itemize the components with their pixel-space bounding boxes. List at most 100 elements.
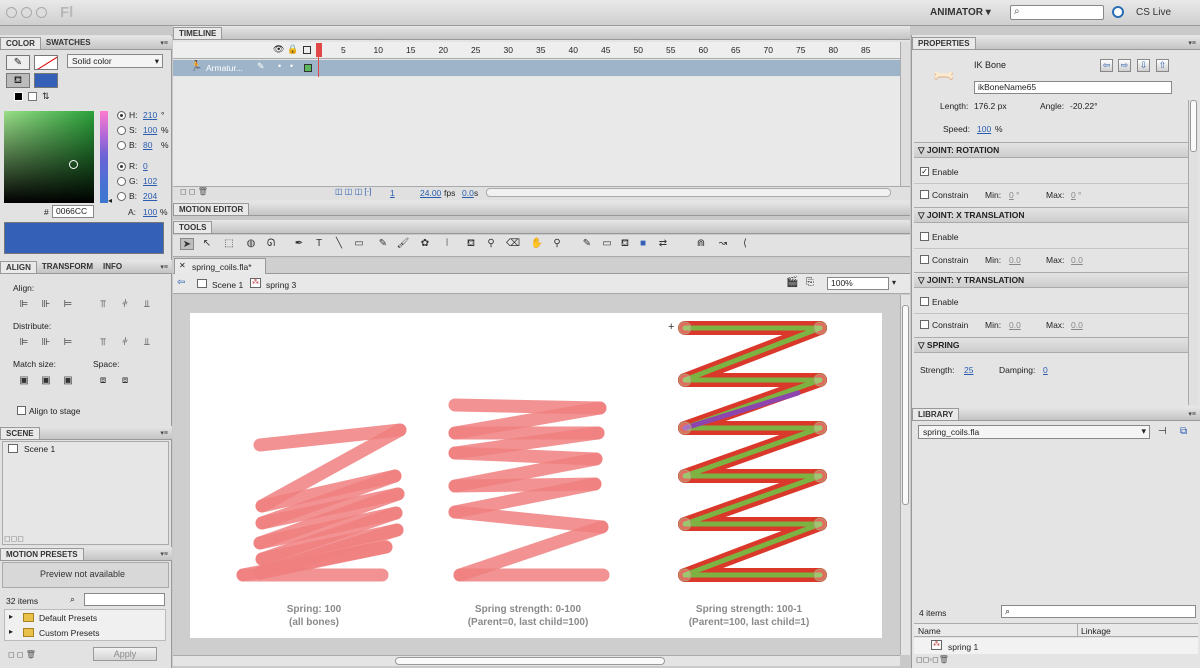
y-constrain-checkbox[interactable] [920, 320, 929, 329]
eye-icon[interactable]: 👁 [273, 44, 284, 55]
parent-bone-button[interactable]: ⇧ [1156, 59, 1169, 72]
cs-live-button[interactable]: CS Live [1136, 7, 1171, 18]
outline-icon[interactable] [303, 46, 311, 54]
playhead-marker[interactable] [316, 43, 322, 57]
layer-lock-dot[interactable]: • [290, 61, 293, 71]
zoom-input[interactable]: 100% [827, 277, 889, 290]
tab-motion-editor[interactable]: MOTION EDITOR [173, 203, 250, 215]
align-option-icon[interactable]: ⊨ [61, 299, 75, 311]
tab-library[interactable]: LIBRARY [912, 408, 960, 420]
document-tab[interactable]: ✕ spring_coils.fla* [174, 258, 266, 274]
x-enable-checkbox[interactable] [920, 232, 929, 241]
panel-menu-icon[interactable]: ▾≡ [160, 429, 168, 437]
tab-transform[interactable]: TRANSFORM [37, 261, 98, 273]
apply-button[interactable]: Apply [93, 647, 157, 661]
tab-scene[interactable]: SCENE [0, 427, 40, 439]
section-joint-x-translation[interactable]: ▽ JOINT: X TRANSLATION [914, 207, 1188, 223]
tab-swatches[interactable]: SWATCHES [41, 37, 96, 49]
stroke-swatch-icon[interactable]: ▭ [600, 238, 614, 250]
edit-symbols-icon[interactable]: 🎬 [786, 277, 798, 288]
scene-add-icon[interactable]: ◻◻◻ [4, 534, 24, 543]
paint-bucket-tool-icon[interactable]: ⛾ [464, 238, 478, 250]
breadcrumb-symbol[interactable]: spring 3 [266, 280, 296, 290]
library-search-input[interactable]: ⌕ [1001, 605, 1196, 618]
smooth-icon[interactable]: ↝ [716, 238, 730, 250]
fill-color-tool[interactable]: ⛾ [6, 73, 30, 88]
free-transform-tool-icon[interactable]: ⬚ [222, 238, 236, 250]
library-col-linkage[interactable]: Linkage [1081, 626, 1111, 636]
search-field[interactable]: ⌕ [1010, 5, 1104, 20]
workspace-switcher[interactable]: ANIMATOR ▾ [930, 7, 991, 18]
window-minimize-button[interactable] [21, 7, 32, 18]
panel-menu-icon[interactable]: ▾≡ [160, 263, 168, 271]
preset-folder[interactable]: Default Presets [39, 613, 97, 623]
color-component-value[interactable]: 0 [143, 161, 148, 171]
align-to-stage-checkbox[interactable] [17, 406, 26, 415]
panel-menu-icon[interactable]: ▾≡ [160, 550, 168, 558]
timeline-vscroll[interactable] [900, 42, 910, 192]
distribute-option-icon[interactable]: ⫪ [96, 337, 110, 349]
tab-timeline[interactable]: TIMELINE [173, 27, 223, 39]
brush-tool-icon[interactable]: 🖌 [396, 238, 410, 250]
space-icon[interactable]: ⧈ [118, 375, 132, 387]
rotation-min-value[interactable]: 0 [1009, 190, 1014, 200]
rectangle-tool-icon[interactable]: ▭ [352, 238, 366, 250]
align-option-icon[interactable]: ⊫ [17, 299, 31, 311]
hue-slider[interactable] [100, 111, 108, 203]
tab-motion-presets[interactable]: MOTION PRESETS [0, 548, 84, 560]
color-mode-radio[interactable] [117, 177, 126, 186]
preset-search-input[interactable] [84, 593, 165, 606]
swap-colors-icon[interactable]: ⇅ [42, 91, 50, 102]
stage-hscroll-thumb[interactable] [395, 657, 665, 665]
instance-name-input[interactable]: ikBoneName65 [974, 81, 1172, 94]
preset-bottom-icons[interactable]: ◻ ◻ 🗑 [8, 650, 36, 659]
tab-color[interactable]: COLOR [0, 37, 41, 49]
x-max-value[interactable]: 0.0 [1071, 255, 1083, 265]
layer-visibility-dot[interactable]: • [278, 61, 281, 71]
properties-scroll-thumb[interactable] [1190, 100, 1197, 152]
fill-color-tool-icon[interactable]: ⛾ [618, 238, 632, 250]
x-min-value[interactable]: 0.0 [1009, 255, 1021, 265]
panel-menu-icon[interactable]: ▾≡ [1188, 410, 1196, 418]
child-bone-button[interactable]: ⇩ [1137, 59, 1150, 72]
distribute-option-icon[interactable]: ⊪ [39, 337, 53, 349]
tab-info[interactable]: INFO [98, 261, 127, 273]
color-picker-field[interactable] [4, 111, 94, 203]
lock-icon[interactable]: 🔒 [287, 44, 298, 55]
align-option-icon[interactable]: ⊪ [39, 299, 53, 311]
layer-outline-box[interactable] [304, 64, 312, 72]
expand-arrow-icon[interactable]: ▸ [9, 627, 13, 636]
distribute-option-icon[interactable]: ⫫ [140, 337, 154, 349]
bone-tool-icon[interactable]: ⦚ [440, 238, 454, 250]
library-bottom-icons[interactable]: ◻◻◦◻🗑 [916, 655, 949, 664]
window-close-button[interactable] [6, 7, 17, 18]
color-component-value[interactable]: 210 [143, 110, 157, 120]
space-icon[interactable]: ⧈ [96, 375, 110, 387]
rotation-max-value[interactable]: 0 [1071, 190, 1076, 200]
fill-color-swatch[interactable] [34, 73, 58, 88]
properties-scrollbar[interactable] [1188, 100, 1198, 405]
stroke-color-tool[interactable]: ✎ [6, 55, 30, 70]
line-tool-icon[interactable]: ╲ [332, 238, 346, 250]
pencil-tool-icon[interactable]: ✎ [376, 238, 390, 250]
black-white-icon[interactable] [14, 92, 23, 101]
color-mode-radio[interactable] [117, 162, 126, 171]
back-arrow-icon[interactable]: ⇦ [177, 277, 185, 288]
hue-slider-handle[interactable]: ◂ [108, 196, 112, 205]
swap-colors-icon[interactable]: ⇄ [656, 238, 670, 250]
panel-menu-icon[interactable]: ▾≡ [1188, 39, 1196, 47]
hand-tool-icon[interactable]: ✋ [530, 238, 544, 250]
align-option-icon[interactable]: ⫪ [96, 299, 110, 311]
y-enable-checkbox[interactable] [920, 297, 929, 306]
hex-input[interactable]: 0066CC [52, 205, 94, 218]
x-constrain-checkbox[interactable] [920, 255, 929, 264]
fill-type-dropdown[interactable]: Solid color ▾ [67, 54, 163, 68]
eyedropper-tool-icon[interactable]: ⚲ [484, 238, 498, 250]
stroke-color-swatch[interactable] [34, 55, 58, 70]
layer-row[interactable] [173, 60, 900, 76]
current-frame-value[interactable]: 1 [390, 188, 395, 198]
fill-swatch-icon[interactable]: ■ [636, 238, 650, 250]
color-component-value[interactable]: 102 [143, 176, 157, 186]
color-component-value[interactable]: 80 [143, 140, 152, 150]
color-component-value[interactable]: 204 [143, 191, 157, 201]
